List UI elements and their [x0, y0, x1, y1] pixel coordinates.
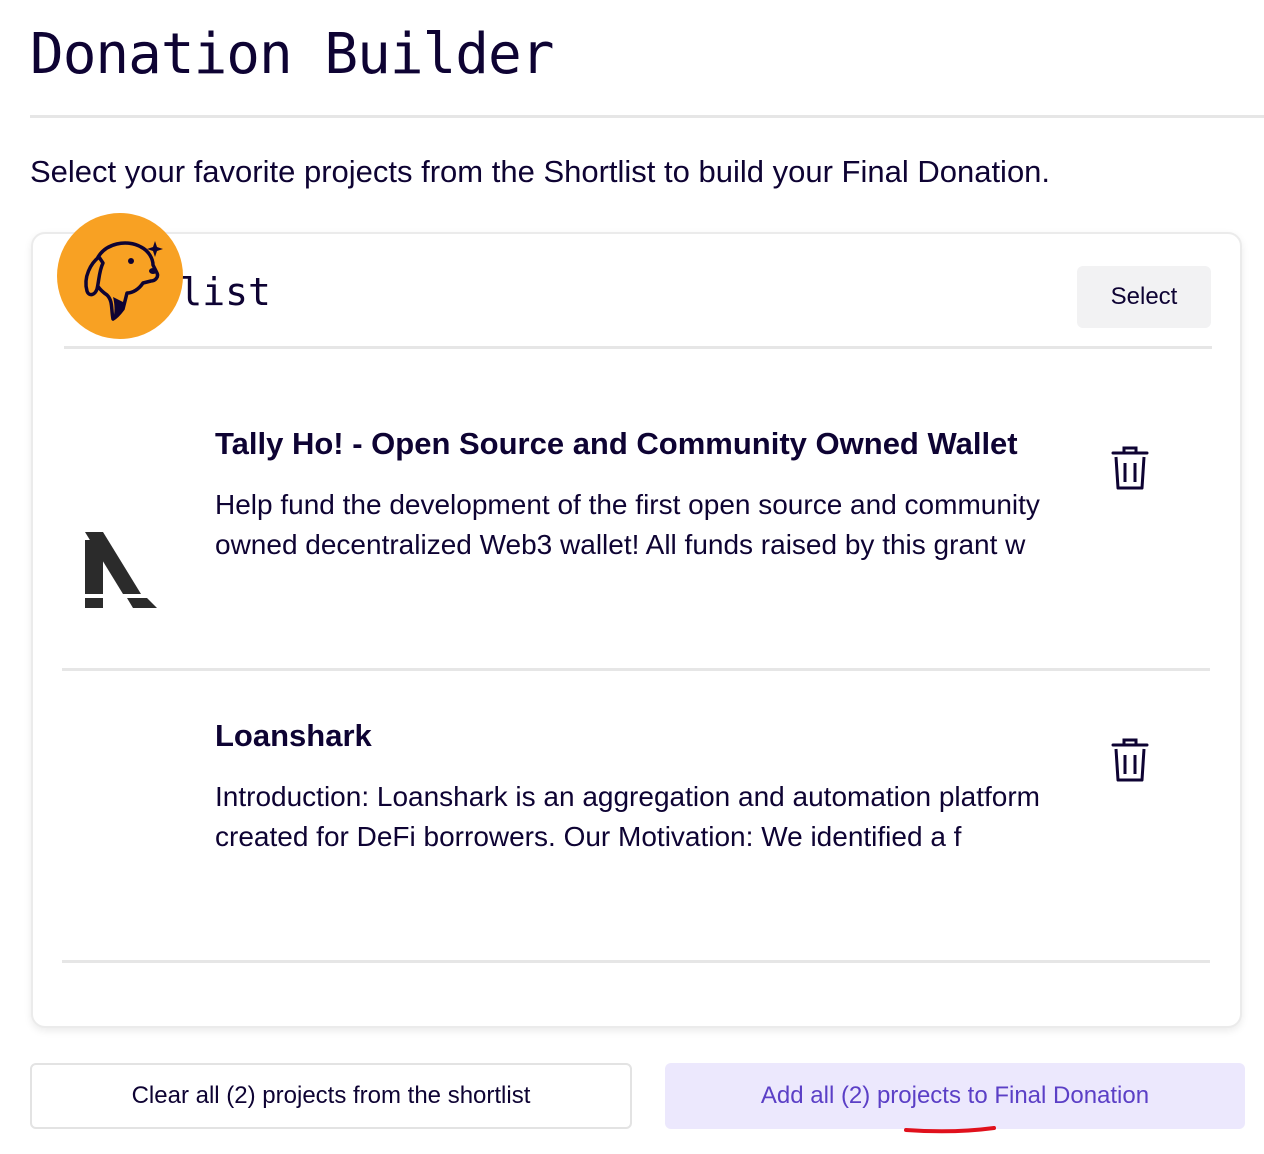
trash-icon[interactable] [1110, 738, 1150, 784]
project-divider [62, 668, 1210, 671]
project-description: Introduction: Loanshark is an aggregatio… [215, 781, 1040, 852]
clear-shortlist-button[interactable]: Clear all (2) projects from the shortlis… [30, 1063, 632, 1129]
loanshark-logo [85, 532, 159, 610]
project-title[interactable]: Tally Ho! - Open Source and Community Ow… [215, 426, 1018, 462]
project-description: Help fund the development of the first o… [215, 489, 1040, 560]
tally-ho-dog-logo [57, 213, 183, 339]
page-subtitle: Select your favorite projects from the S… [30, 154, 1051, 189]
shortlist-header-divider [64, 346, 1212, 349]
trash-icon[interactable] [1110, 446, 1150, 492]
project-title[interactable]: Loanshark [215, 718, 372, 754]
project-divider [62, 960, 1210, 963]
page-title: Donation Builder [30, 22, 554, 87]
add-to-donation-button[interactable]: Add all (2) projects to Final Donation [665, 1063, 1245, 1129]
annotation-underline [904, 1126, 996, 1134]
shortlist-card: Shortlist Select [31, 232, 1242, 1028]
title-divider [30, 115, 1264, 118]
select-button[interactable]: Select [1077, 266, 1211, 328]
